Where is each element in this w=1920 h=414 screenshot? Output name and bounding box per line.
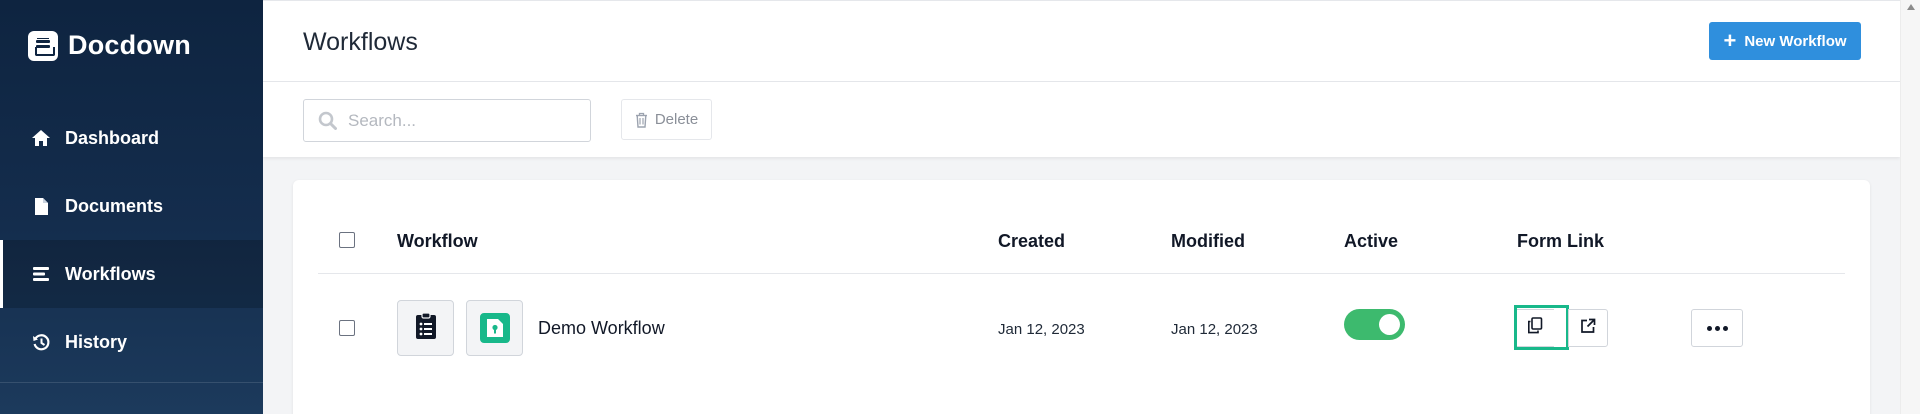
new-workflow-button[interactable]: + New Workflow: [1709, 22, 1861, 60]
lock-file-icon: [479, 313, 510, 343]
sidebar-item-dashboard[interactable]: Dashboard: [0, 104, 263, 172]
toolbar: Delete: [263, 82, 1900, 157]
column-header-modified: Modified: [1171, 231, 1245, 251]
page-scrollbar[interactable]: [1900, 0, 1920, 414]
list-icon: [30, 263, 52, 285]
external-link-icon: [1580, 318, 1596, 339]
workflow-type-tile[interactable]: [397, 300, 454, 356]
delete-label: Delete: [654, 111, 699, 128]
archive-box-icon: [28, 30, 58, 61]
sidebar-item-label: Workflows: [65, 263, 156, 284]
sidebar-item-label: Dashboard: [65, 127, 160, 148]
delete-button[interactable]: Delete: [621, 99, 712, 140]
column-header-active: Active: [1344, 231, 1399, 251]
sidebar-item-label: Documents: [65, 195, 164, 216]
sidebar-divider: [0, 382, 263, 383]
workflows-table: Workflow Created Modified Active Form Li…: [293, 180, 1870, 414]
workflow-security-tile[interactable]: [466, 300, 523, 356]
row-checkbox[interactable]: [339, 320, 355, 336]
brand[interactable]: Docdown: [28, 30, 191, 61]
column-header-workflow: Workflow: [397, 231, 478, 251]
created-date: Jan 12, 2023: [998, 321, 1085, 338]
history-icon: [30, 331, 52, 353]
modified-date: Jan 12, 2023: [1171, 321, 1258, 338]
scroll-up-arrow-icon[interactable]: [1907, 4, 1915, 10]
open-link-button[interactable]: [1568, 309, 1608, 347]
page-title: Workflows: [303, 28, 418, 56]
search-input[interactable]: [348, 110, 578, 131]
clipboard-list-icon: [415, 311, 437, 345]
column-header-created: Created: [998, 231, 1066, 251]
active-toggle[interactable]: [1344, 309, 1405, 340]
sidebar: Docdown Dashboard Documents Workflows Hi…: [0, 0, 263, 414]
search-icon: [318, 111, 338, 131]
sidebar-item-documents[interactable]: Documents: [0, 172, 263, 240]
header-divider: [318, 273, 1845, 274]
sidebar-item-label: History: [65, 331, 128, 352]
search-box: [303, 99, 591, 142]
more-actions-button[interactable]: [1691, 309, 1743, 347]
ellipsis-icon: [1705, 325, 1729, 331]
workflow-name-link[interactable]: Demo Workflow: [538, 318, 665, 339]
page-header: Workflows + New Workflow: [263, 0, 1900, 82]
toggle-knob: [1379, 314, 1400, 335]
home-icon: [30, 127, 52, 149]
column-header-form-link: Form Link: [1517, 231, 1605, 251]
sidebar-item-workflows[interactable]: Workflows: [0, 240, 263, 308]
plus-icon: +: [1723, 28, 1737, 53]
sidebar-item-history[interactable]: History: [0, 308, 263, 376]
new-workflow-label: New Workflow: [1744, 32, 1847, 50]
sidebar-nav: Dashboard Documents Workflows History: [0, 104, 263, 376]
brand-name: Docdown: [68, 30, 191, 60]
trash-icon: [635, 112, 648, 128]
file-icon: [30, 195, 52, 217]
copy-button-focus-ring: [1514, 305, 1569, 350]
select-all-checkbox[interactable]: [339, 232, 355, 248]
